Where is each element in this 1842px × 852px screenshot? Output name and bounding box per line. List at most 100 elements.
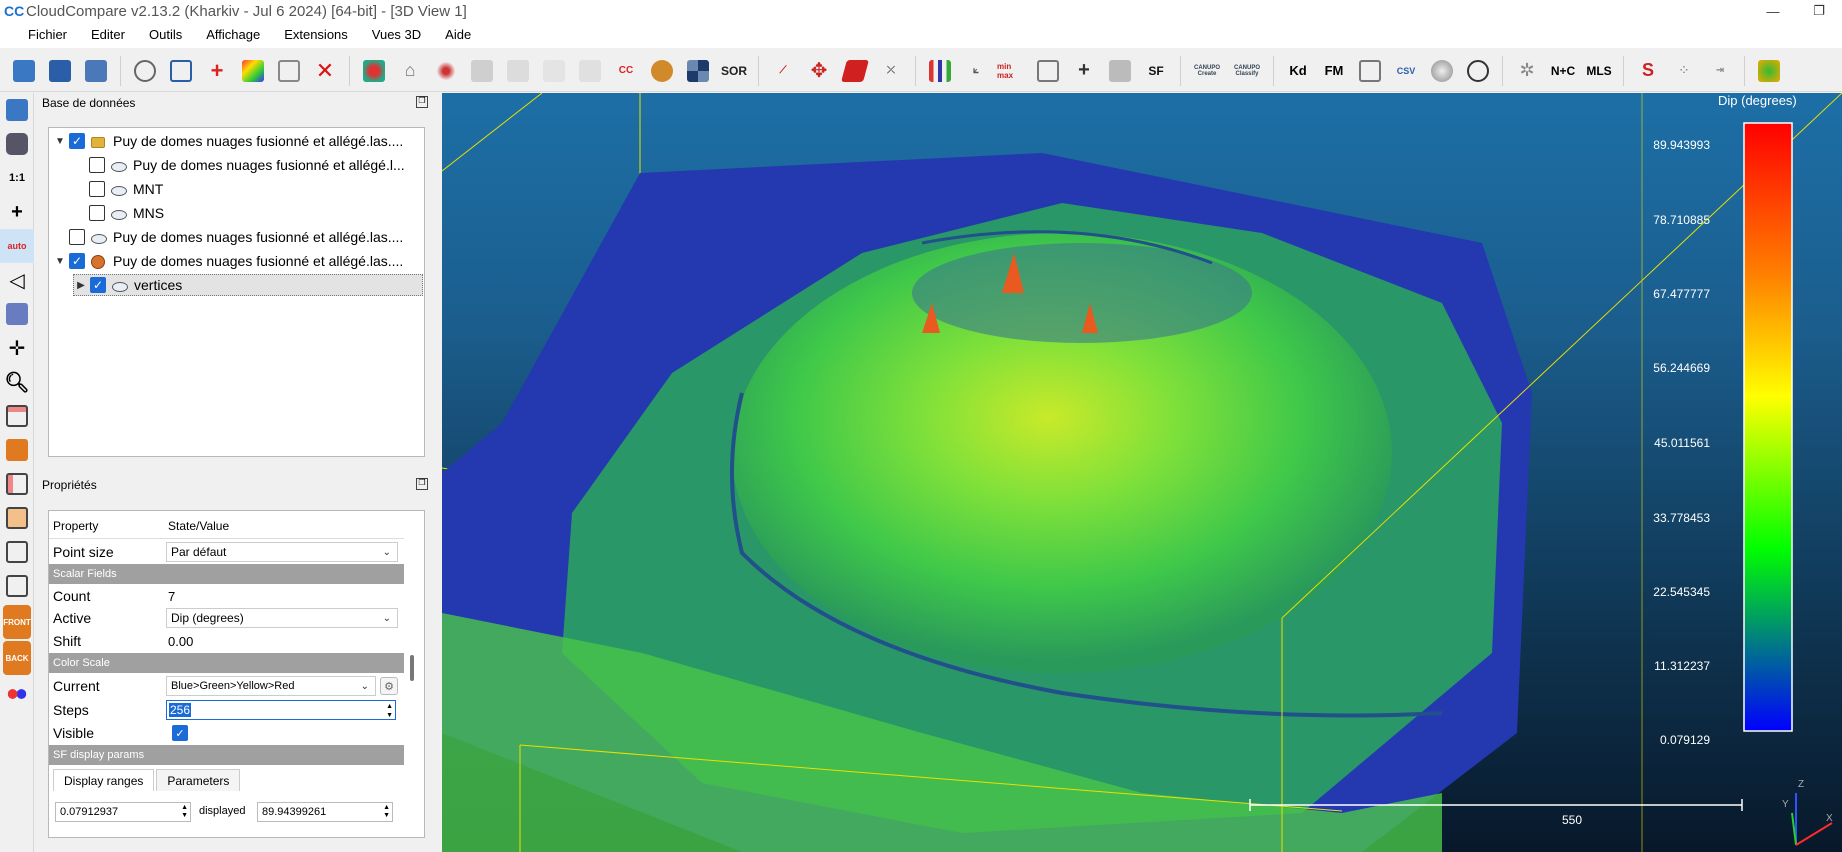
save-icon[interactable] xyxy=(45,55,75,87)
left-view-icon[interactable] xyxy=(0,467,34,501)
expand-arrow-icon[interactable]: ▼ xyxy=(53,256,67,267)
stereo-icon[interactable] xyxy=(0,677,34,711)
menu-aide[interactable]: Aide xyxy=(433,22,483,48)
tree-checkbox[interactable]: ✓ xyxy=(69,253,85,269)
tree-item-vertices[interactable]: ▶ ✓ vertices xyxy=(73,274,423,296)
steps-spinbox[interactable]: 256 ▲ ▼ xyxy=(166,700,396,720)
menu-outils[interactable]: Outils xyxy=(137,22,194,48)
color-scale-combo[interactable]: Blue>Green>Yellow>Red ⌄ xyxy=(166,676,376,696)
spin-arrows-icon[interactable]: ▲ ▼ xyxy=(383,804,390,820)
normals-icon[interactable]: N+C xyxy=(1548,55,1578,87)
tree-checkbox[interactable] xyxy=(89,157,105,173)
cc-icon[interactable]: CC xyxy=(611,55,641,87)
scatter-icon[interactable] xyxy=(539,55,569,87)
menu-fichier[interactable]: Fichier xyxy=(16,22,79,48)
tree-checkbox[interactable]: ✓ xyxy=(69,133,85,149)
points-icon[interactable] xyxy=(575,55,605,87)
sample-icon[interactable] xyxy=(503,55,533,87)
list-icon[interactable] xyxy=(166,55,196,87)
props-scrollbar[interactable] xyxy=(410,655,414,681)
top-view-icon[interactable] xyxy=(0,399,34,433)
volume-icon[interactable] xyxy=(647,55,677,87)
tab-parameters[interactable]: Parameters xyxy=(156,769,241,791)
filter-icon[interactable] xyxy=(1033,55,1063,87)
gear-icon[interactable]: ⚙ xyxy=(380,677,398,695)
clean-icon[interactable]: ⌂ xyxy=(395,55,425,87)
front-view-icon[interactable] xyxy=(0,433,34,467)
canupo-create-icon[interactable]: CANUPO Create xyxy=(1190,55,1224,87)
range-max-spinbox[interactable]: 89.94399261 ▲ ▼ xyxy=(257,802,393,822)
3d-view[interactable]: Dip (degrees) 89.943993 78.710885 67.477… xyxy=(442,93,1842,852)
tree-checkbox[interactable]: ✓ xyxy=(90,277,106,293)
right-view-icon[interactable] xyxy=(0,535,34,569)
mls-icon[interactable]: MLS xyxy=(1584,55,1614,87)
csv-icon[interactable]: CSV xyxy=(1391,55,1421,87)
histogram-icon[interactable] xyxy=(925,55,955,87)
tab-display-ranges[interactable]: Display ranges xyxy=(53,769,155,791)
tree-checkbox[interactable] xyxy=(89,181,105,197)
screen-icon[interactable] xyxy=(0,93,34,127)
zoom-icon[interactable]: 🔍︎ xyxy=(0,365,34,399)
calculator-icon[interactable] xyxy=(1105,55,1135,87)
camera-icon[interactable] xyxy=(0,127,34,161)
menu-editer[interactable]: Editer xyxy=(79,22,137,48)
curve-icon[interactable]: S xyxy=(1633,55,1663,87)
one-to-one-button[interactable]: 1:1 xyxy=(0,161,34,195)
sf-icon[interactable]: SF xyxy=(1141,55,1171,87)
restore-button[interactable]: ❐ xyxy=(1796,0,1842,22)
axis-icon[interactable]: ⤫ xyxy=(876,55,906,87)
tree-item-root-2[interactable]: Puy de domes nuages fusionné et allégé.l… xyxy=(53,226,423,248)
globe-icon[interactable] xyxy=(1463,55,1493,87)
expand-arrow-icon[interactable]: ▼ xyxy=(53,136,67,147)
checkerboard-icon[interactable] xyxy=(683,55,713,87)
minimize-button[interactable]: — xyxy=(1750,0,1796,22)
pan-icon[interactable]: ✛ xyxy=(0,331,34,365)
visible-checkbox[interactable]: ✓ xyxy=(172,725,188,741)
delete-icon[interactable]: ✕ xyxy=(310,55,340,87)
auto-pick-button[interactable]: auto xyxy=(0,229,34,263)
merge-icon[interactable] xyxy=(274,55,304,87)
kd-tree-icon[interactable]: Kd xyxy=(1283,55,1313,87)
canupo-classify-icon[interactable]: CANUPO Classify xyxy=(1230,55,1264,87)
range-min-spinbox[interactable]: 0.07912937 ▲ ▼ xyxy=(55,802,191,822)
facets-icon[interactable]: FM xyxy=(1319,55,1349,87)
tree-item-mnt[interactable]: MNT xyxy=(73,178,423,200)
noise-icon[interactable] xyxy=(431,55,461,87)
color-icon[interactable] xyxy=(238,55,268,87)
scatter2-icon[interactable]: ⁘ xyxy=(1669,55,1699,87)
sor-icon[interactable]: SOR xyxy=(719,55,749,87)
spin-arrows-icon[interactable]: ▲ ▼ xyxy=(181,804,188,820)
menu-vues3d[interactable]: Vues 3D xyxy=(360,22,433,48)
tree-checkbox[interactable] xyxy=(69,229,85,245)
tree-item-child-1[interactable]: Puy de domes nuages fusionné et allégé.l… xyxy=(73,154,423,176)
open-file-icon[interactable] xyxy=(9,55,39,87)
bottom-view-icon[interactable] xyxy=(0,569,34,603)
menu-extensions[interactable]: Extensions xyxy=(272,22,360,48)
export-icon[interactable]: ⇥ xyxy=(1705,55,1735,87)
expand-arrow-icon[interactable]: ▶ xyxy=(74,280,88,291)
back-view-icon[interactable] xyxy=(0,501,34,535)
ortho-icon[interactable] xyxy=(0,297,34,331)
add-sf-icon[interactable]: + xyxy=(1069,55,1099,87)
distance-icon[interactable]: ⟋ xyxy=(768,55,798,87)
graph-icon[interactable]: ⟀ xyxy=(961,55,991,87)
document-icon[interactable] xyxy=(1355,55,1385,87)
spin-arrows-icon[interactable]: ▲ ▼ xyxy=(386,702,393,720)
active-sf-combo[interactable]: Dip (degrees) ⌄ xyxy=(166,608,398,628)
pick-rotation-center-icon[interactable] xyxy=(130,55,160,87)
minmax-icon[interactable]: min max xyxy=(997,55,1027,87)
sphere-icon[interactable] xyxy=(1427,55,1457,87)
train-icon[interactable] xyxy=(1754,55,1784,87)
tree-item-root-1[interactable]: ▼ ✓ Puy de domes nuages fusionné et allé… xyxy=(53,130,423,152)
iso-back-button[interactable]: BACK xyxy=(3,641,31,675)
translate-icon[interactable]: ✥ xyxy=(804,55,834,87)
tree-item-root-3[interactable]: ▼ ✓ Puy de domes nuages fusionné et allé… xyxy=(53,250,423,272)
subsample-icon[interactable] xyxy=(467,55,497,87)
center-icon[interactable]: + xyxy=(0,195,34,229)
iso-front-button[interactable]: FRONT xyxy=(3,605,31,639)
point-size-combo[interactable]: Par défaut ⌄ xyxy=(166,542,398,562)
tree-item-mns[interactable]: MNS xyxy=(73,202,423,224)
dock-icon[interactable]: ❐ xyxy=(416,478,428,490)
plugin-icon[interactable]: ✲ xyxy=(1512,55,1542,87)
perspective-icon[interactable]: ◁ xyxy=(0,263,34,297)
